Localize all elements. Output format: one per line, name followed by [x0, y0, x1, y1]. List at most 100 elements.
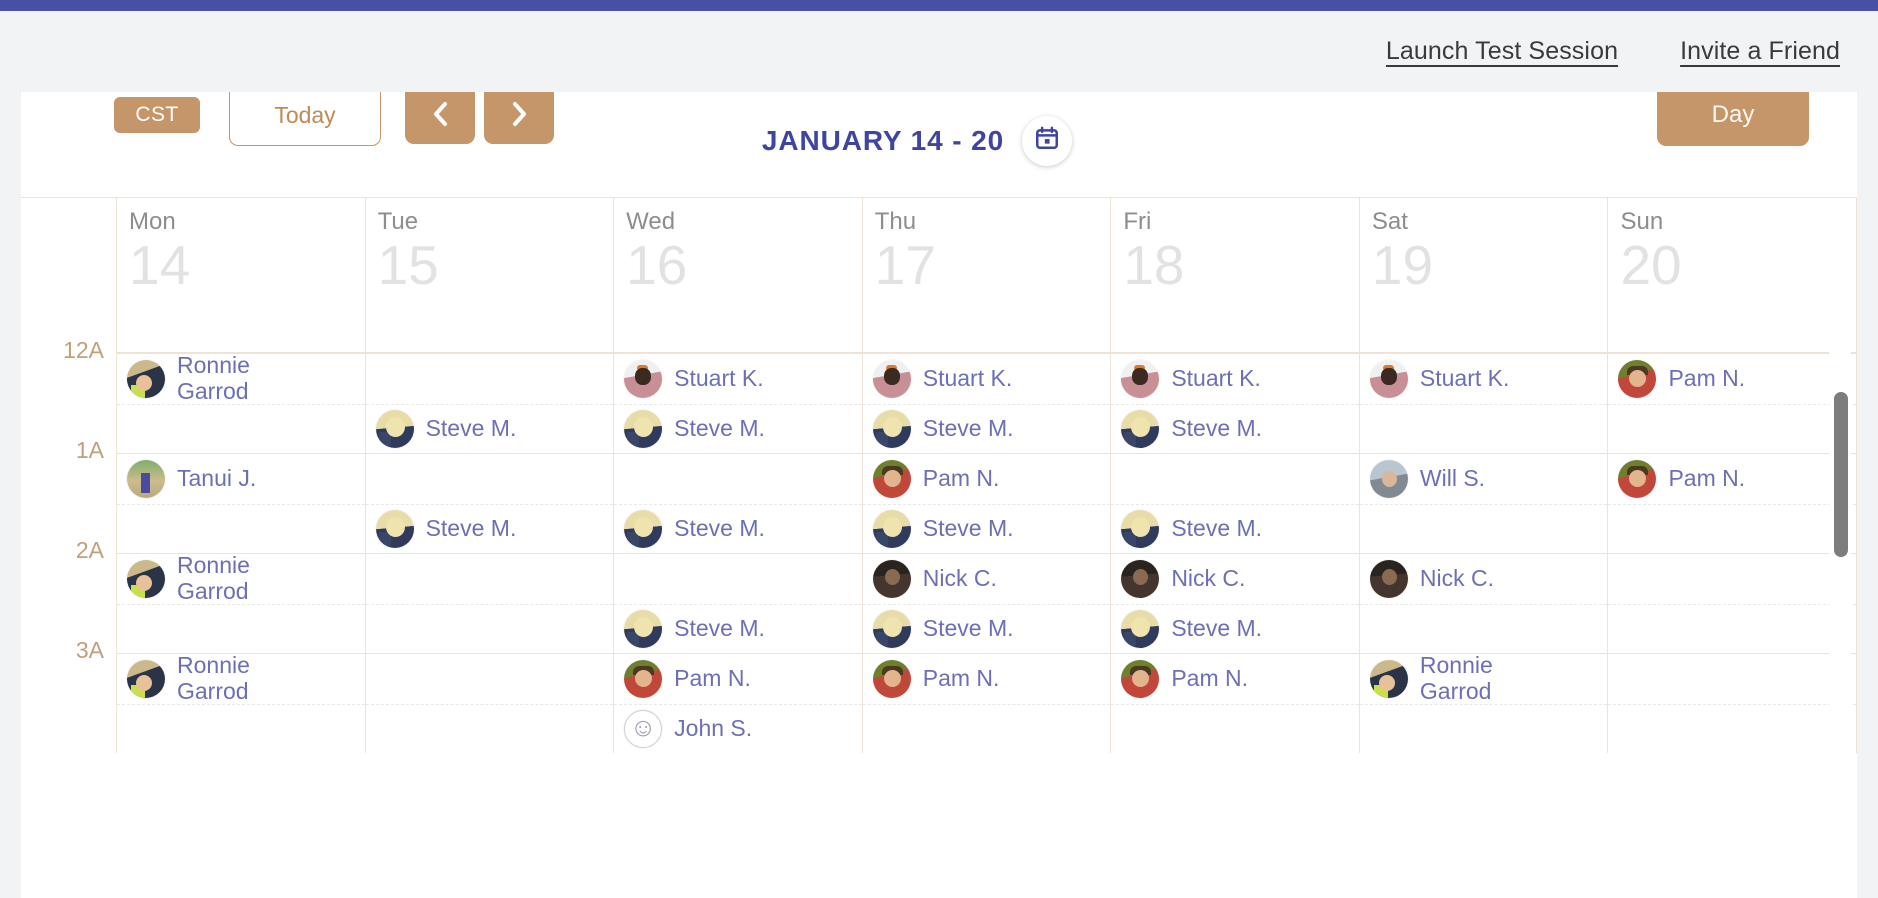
time-cell[interactable]: Nick C. — [1358, 553, 1608, 653]
time-cell[interactable] — [364, 553, 614, 653]
calendar-event[interactable]: Steve M. — [1111, 404, 1359, 454]
calendar-event[interactable]: Steve M. — [863, 404, 1111, 454]
view-mode-button[interactable]: Day — [1657, 92, 1809, 146]
invite-a-friend-link[interactable]: Invite a Friend — [1680, 37, 1840, 66]
time-cell[interactable]: Ronnie Garrod — [1358, 652, 1608, 753]
time-cell[interactable]: Steve M. — [364, 353, 614, 454]
day-number: 14 — [129, 233, 191, 296]
calendar-event[interactable]: Pam N. — [1608, 354, 1856, 404]
calendar-event[interactable]: Stuart K. — [863, 354, 1111, 404]
calendar-event[interactable]: Nick C. — [1111, 554, 1359, 604]
calendar-event[interactable]: Ronnie Garrod — [117, 352, 365, 404]
calendar-event[interactable]: Nick C. — [863, 554, 1111, 604]
calendar-event[interactable]: Steve M. — [614, 504, 862, 554]
avatar — [624, 710, 663, 748]
calendar-event[interactable]: Will S. — [1360, 454, 1608, 504]
time-cell[interactable]: Stuart K. Steve M. — [861, 353, 1111, 454]
calendar-event[interactable]: Pam N. — [614, 654, 862, 704]
avatar — [1618, 460, 1657, 498]
avatar — [1369, 660, 1408, 698]
event-participant-name: Nick C. — [922, 565, 997, 592]
calendar-event[interactable]: Steve M. — [863, 504, 1111, 554]
calendar-event[interactable]: Pam N. — [1608, 454, 1856, 504]
calendar-event[interactable]: Steve M. — [1111, 504, 1359, 554]
time-cell[interactable]: Steve M. — [364, 453, 614, 554]
time-cell[interactable]: Steve M. — [613, 553, 862, 653]
date-picker-button[interactable] — [1022, 115, 1073, 166]
time-cell[interactable]: Steve M. — [1110, 453, 1359, 553]
launch-test-session-link[interactable]: Launch Test Session — [1386, 37, 1618, 66]
event-participant-name: Steve M. — [1171, 615, 1263, 642]
calendar-event[interactable]: Stuart K. — [614, 354, 862, 404]
calendar-event[interactable]: Ronnie Garrod — [117, 552, 365, 604]
event-participant-name: Steve M. — [674, 615, 765, 642]
time-cell[interactable]: Pam N. — [1607, 353, 1857, 453]
time-cell[interactable]: Pam N. — [1110, 653, 1359, 753]
day-header-mon[interactable]: Mon 14 — [116, 198, 365, 353]
calendar-event[interactable]: Pam N. — [863, 454, 1111, 504]
time-cell[interactable]: Pam N. — [861, 653, 1111, 753]
time-cell[interactable] — [1607, 653, 1857, 753]
event-participant-name: Ronnie Garrod — [1419, 652, 1493, 704]
time-cell[interactable]: Ronnie Garrod — [116, 552, 365, 653]
calendar-event[interactable]: Steve M. — [1111, 604, 1359, 654]
calendar-event[interactable]: Ronnie Garrod — [1360, 652, 1608, 704]
avatar — [872, 560, 911, 598]
time-cell[interactable]: Ronnie Garrod — [116, 652, 365, 753]
time-cell[interactable]: Stuart K. — [1358, 353, 1608, 453]
day-header-wed[interactable]: Wed 16 — [613, 198, 862, 353]
time-cell[interactable] — [364, 653, 614, 753]
day-header-thu[interactable]: Thu 17 — [861, 198, 1111, 353]
day-header-sun[interactable]: Sun 20 — [1607, 198, 1857, 353]
time-cell[interactable]: Pam N. John S. — [613, 653, 862, 753]
time-cell[interactable]: Pam N. — [1607, 453, 1857, 553]
day-header-sat[interactable]: Sat 19 — [1358, 198, 1608, 353]
timezone-badge[interactable]: CST — [114, 97, 200, 133]
event-participant-name: Stuart K. — [674, 365, 764, 392]
time-cell[interactable]: Steve M. — [613, 453, 862, 553]
time-cell[interactable]: Pam N. Steve M. — [861, 453, 1111, 554]
day-number: 17 — [874, 233, 936, 296]
time-cell[interactable]: Stuart K. Steve M. — [1110, 353, 1359, 453]
scrollbar-thumb[interactable] — [1834, 392, 1848, 557]
calendar-event[interactable]: Pam N. — [863, 654, 1111, 704]
time-cell[interactable]: Will S. — [1358, 453, 1608, 553]
calendar-event[interactable]: John S. — [614, 704, 862, 754]
calendar-event[interactable]: Steve M. — [366, 404, 614, 454]
time-cell[interactable]: Nick C. Steve M. — [861, 553, 1111, 654]
hour-row-3A: 3ARonnie GarrodPam N.John S.Pam N.Pam N.… — [21, 637, 1857, 753]
calendar-icon — [1034, 125, 1060, 156]
event-participant-name: Will S. — [1419, 465, 1486, 492]
avatar — [375, 410, 414, 448]
next-week-button[interactable] — [484, 92, 554, 144]
hour-row-1A: 1A Tanui J. Steve M. Steve M. Pam N. Steve M.… — [21, 437, 1857, 554]
event-participant-name: Pam N. — [674, 665, 751, 692]
calendar-event[interactable]: Pam N. — [1111, 654, 1359, 704]
calendar-event[interactable]: Tanui J. — [117, 454, 365, 504]
time-cell[interactable]: Nick C. Steve M. — [1110, 553, 1359, 653]
day-header-tue[interactable]: Tue 15 — [364, 198, 614, 353]
calendar-event[interactable]: Ronnie Garrod — [117, 652, 365, 704]
avatar — [1369, 360, 1408, 398]
half-hour-divider — [365, 703, 614, 705]
avatar — [1121, 510, 1160, 548]
today-button[interactable]: Today — [229, 92, 381, 146]
calendar-event[interactable]: Stuart K. — [1360, 354, 1608, 404]
calendar-card: CST Today JANUARY 14 - 20 Day Mon 14 Tue… — [21, 92, 1857, 898]
previous-week-button[interactable] — [405, 92, 475, 144]
calendar-event[interactable]: Steve M. — [614, 404, 862, 454]
calendar-event[interactable]: Steve M. — [614, 604, 862, 654]
calendar-event[interactable]: Steve M. — [366, 504, 614, 554]
event-participant-name: Stuart K. — [922, 365, 1013, 392]
time-cell[interactable]: Stuart K. Steve M. — [613, 353, 862, 453]
calendar-event[interactable]: Steve M. — [863, 604, 1111, 654]
time-cell[interactable]: Ronnie Garrod — [116, 352, 365, 453]
time-cell[interactable]: Tanui J. — [116, 453, 365, 553]
calendar-event[interactable]: Nick C. — [1360, 554, 1608, 604]
day-header-fri[interactable]: Fri 18 — [1110, 198, 1359, 353]
avatar — [1369, 460, 1408, 498]
time-cell[interactable] — [1607, 553, 1857, 653]
day-name: Sat — [1371, 208, 1408, 235]
calendar-event[interactable]: Stuart K. — [1111, 354, 1359, 404]
event-participant-name: Ronnie Garrod — [177, 652, 250, 704]
